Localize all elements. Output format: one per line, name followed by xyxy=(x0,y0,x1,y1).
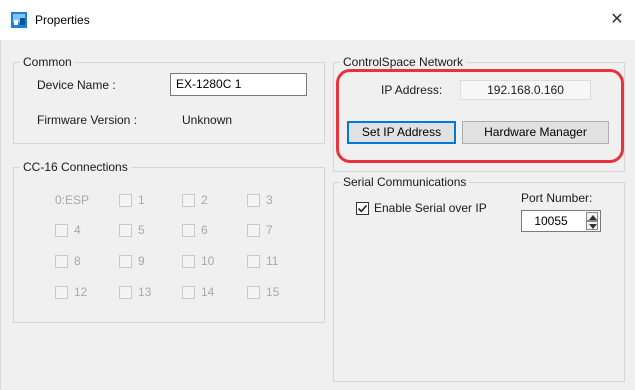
cc16-label-2: 2 xyxy=(201,193,208,207)
cc16-label-13: 13 xyxy=(138,285,152,299)
ip-address-label: IP Address: xyxy=(381,83,443,97)
cc16-label-8: 8 xyxy=(74,254,81,268)
enable-serial-checkbox[interactable] xyxy=(356,202,369,215)
port-number-label: Port Number: xyxy=(521,191,593,205)
properties-dialog: Properties ✕ Common Device Name : EX-128… xyxy=(0,0,635,390)
controlspace-network-legend: ControlSpace Network xyxy=(340,55,467,69)
cc16-checkbox-10 xyxy=(182,255,195,268)
cc16-label-6: 6 xyxy=(201,223,208,237)
cc16-checkbox-1 xyxy=(119,194,132,207)
enable-serial-label[interactable]: Enable Serial over IP xyxy=(374,201,487,215)
cc16-checkbox-7 xyxy=(247,224,260,237)
spin-down-icon[interactable] xyxy=(586,221,598,230)
cc16-checkbox-11 xyxy=(247,255,260,268)
set-ip-address-button[interactable]: Set IP Address xyxy=(347,121,456,144)
cc16-checkbox-9 xyxy=(119,255,132,268)
cc16-checkbox-15 xyxy=(247,286,260,299)
cc16-checkbox-12 xyxy=(55,286,68,299)
port-number-value[interactable]: 10055 xyxy=(522,211,580,231)
checkmark-icon xyxy=(357,204,368,213)
close-icon[interactable]: ✕ xyxy=(605,8,629,32)
cc16-checkbox-8 xyxy=(55,255,68,268)
cc16-label-5: 5 xyxy=(138,223,145,237)
cc16-label-15: 15 xyxy=(266,285,280,299)
cc16-checkbox-5 xyxy=(119,224,132,237)
cc16-legend: CC-16 Connections xyxy=(20,160,131,174)
controlspace-network-group: ControlSpace Network xyxy=(333,55,625,172)
cc16-label-0-esp: 0:ESP xyxy=(55,193,90,207)
common-legend: Common xyxy=(20,55,75,69)
title-bar: Properties ✕ xyxy=(0,0,635,40)
cc16-label-3: 3 xyxy=(266,193,273,207)
cc16-label-11: 11 xyxy=(266,254,279,268)
serial-communications-legend: Serial Communications xyxy=(340,175,470,189)
dialog-body: Common Device Name : EX-1280C 1 Firmware… xyxy=(0,40,635,390)
cc16-label-14: 14 xyxy=(201,285,215,299)
cc16-checkbox-2 xyxy=(182,194,195,207)
firmware-version-label: Firmware Version : xyxy=(37,113,138,127)
cc16-checkbox-6 xyxy=(182,224,195,237)
cc16-label-4: 4 xyxy=(74,223,81,237)
firmware-version-value: Unknown xyxy=(182,113,233,127)
port-number-spinner[interactable]: 10055 xyxy=(521,210,601,232)
device-name-field[interactable]: EX-1280C 1 xyxy=(170,73,307,96)
cc16-label-12: 12 xyxy=(74,285,88,299)
hardware-manager-button[interactable]: Hardware Manager xyxy=(462,121,609,144)
cc16-label-7: 7 xyxy=(266,223,273,237)
cc16-checkbox-3 xyxy=(247,194,260,207)
window-title: Properties xyxy=(35,13,90,27)
ip-address-value: 192.168.0.160 xyxy=(460,80,591,100)
spin-up-icon[interactable] xyxy=(586,212,598,221)
device-name-label: Device Name : xyxy=(37,78,116,92)
cc16-checkbox-13 xyxy=(119,286,132,299)
cc16-label-10: 10 xyxy=(201,254,215,268)
cc16-label-9: 9 xyxy=(138,254,145,268)
cc16-checkbox-14 xyxy=(182,286,195,299)
cc16-checkbox-4 xyxy=(55,224,68,237)
cc16-label-1: 1 xyxy=(138,193,145,207)
cc16-group: CC-16 Connections xyxy=(13,160,325,323)
app-icon xyxy=(11,12,27,28)
